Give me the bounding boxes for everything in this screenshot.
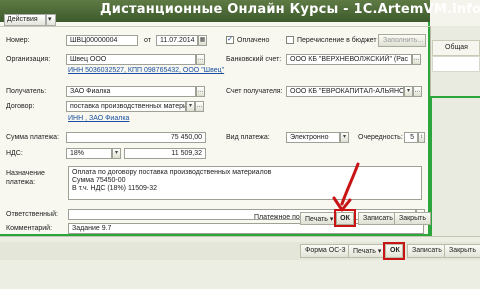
recipient-details-link[interactable]: ИНН , ЗАО Фиалка (68, 115, 129, 122)
chevron-down-icon[interactable]: ▾ (340, 132, 349, 143)
priority-label: Очередность: (358, 134, 403, 141)
print-label: Печать (305, 216, 328, 223)
highlight-frame (430, 96, 480, 246)
background-ok-button[interactable]: ОК (385, 244, 403, 258)
recipient-account-label: Счет получателя: (226, 88, 283, 95)
amount-field[interactable]: 75 450,00 (66, 132, 206, 143)
organization-field[interactable]: Швец ООО (66, 54, 196, 65)
budget-transfer-checkbox[interactable] (286, 36, 294, 44)
purpose-line: Оплата по договору поставка производстве… (72, 169, 272, 176)
close-button[interactable]: Закрыть (394, 212, 431, 225)
ellipsis-icon[interactable]: … (195, 101, 204, 112)
payment-order-dialog (0, 0, 430, 236)
recipient-field[interactable]: ЗАО Фиалка (66, 86, 196, 97)
write-button[interactable]: Записать (358, 212, 398, 225)
vat-label: НДС: (6, 150, 23, 157)
organization-label: Организация: (6, 56, 51, 63)
recipient-account-field[interactable]: ООО КБ "ЕВРОКАПИТАЛ-АЛЬЯНС" (286, 86, 404, 97)
calendar-icon[interactable]: ▦ (198, 35, 207, 46)
comment-label: Комментарий: (6, 225, 53, 232)
date-field[interactable]: 11.07.2014 (156, 35, 198, 46)
payment-type-label: Вид платежа: (226, 134, 270, 141)
purpose-line: Сумма 75450-00 (72, 177, 126, 184)
payment-type-field[interactable]: Электронно (286, 132, 340, 143)
chevron-down-icon[interactable]: ▾ (46, 14, 56, 26)
chevron-down-icon[interactable]: ▾ (112, 148, 121, 159)
purpose-label: Назначение (6, 170, 45, 177)
ok-button[interactable]: ОК (336, 212, 354, 225)
print-label: Печать (353, 248, 376, 255)
contract-field[interactable]: поставка производственных материа (66, 101, 186, 112)
ellipsis-icon[interactable]: … (413, 86, 422, 97)
purpose-line: В т.ч. НДС (18%) 11509-32 (72, 185, 158, 192)
vat-amount-field[interactable]: 11 509,32 (124, 148, 206, 159)
actions-menu-button[interactable]: Действия (4, 14, 46, 26)
spin-icon[interactable]: ↕ (418, 132, 425, 143)
background-print-button[interactable]: Печать ▾ (348, 244, 387, 258)
organization-details-link[interactable]: ИНН 5036032527, КПП 098765432, ООО "Швец… (68, 67, 224, 74)
bank-account-label: Банковский счет: (226, 56, 282, 63)
background-close-button[interactable]: Закрыть (444, 244, 480, 258)
chevron-down-icon: ▾ (377, 248, 382, 255)
number-label: Номер: (6, 37, 30, 44)
bank-account-field[interactable]: ООО КБ "ВЕРХНЕВОЛЖСКИЙ" (Рас (286, 54, 412, 65)
background-write-button[interactable]: Записать (407, 244, 447, 258)
chevron-down-icon: ▾ (329, 216, 334, 223)
ellipsis-icon[interactable]: … (412, 54, 421, 65)
date-from-label: от (144, 37, 151, 44)
recipient-label: Получатель: (6, 88, 47, 95)
priority-field[interactable]: 5 (404, 132, 418, 143)
responsible-label: Ответственный: (6, 211, 58, 218)
column-header-total: Общая (432, 40, 480, 56)
amount-label: Сумма платежа: (6, 134, 60, 141)
contract-label: Договор: (6, 103, 35, 110)
form-os3-button[interactable]: Форма ОС-3 (300, 244, 351, 258)
paid-checkbox[interactable]: ✓ (226, 36, 234, 44)
divider (0, 26, 430, 27)
payment-order-print-form[interactable]: Платежное поручение (250, 212, 326, 225)
purpose-label-line2: платежа: (6, 179, 36, 186)
number-field[interactable]: ШВЦ00000004 (66, 35, 138, 46)
ellipsis-icon[interactable]: … (196, 54, 205, 65)
fill-button[interactable]: Заполнить... (378, 34, 426, 47)
budget-transfer-label: Перечисление в бюджет (297, 37, 377, 44)
table-row[interactable] (432, 56, 480, 72)
paid-label: Оплачено (237, 37, 270, 44)
window-title: Дистанционные Онлайн Курсы - 1С.ArtemVM.… (100, 2, 480, 17)
vat-rate-field[interactable]: 18% (66, 148, 112, 159)
chevron-down-icon[interactable]: ▾ (186, 101, 195, 112)
chevron-down-icon[interactable]: ▾ (404, 86, 413, 97)
ellipsis-icon[interactable]: … (196, 86, 205, 97)
purpose-textarea[interactable]: Оплата по договору поставка производстве… (68, 166, 422, 200)
print-button[interactable]: Печать ▾ (300, 212, 339, 225)
